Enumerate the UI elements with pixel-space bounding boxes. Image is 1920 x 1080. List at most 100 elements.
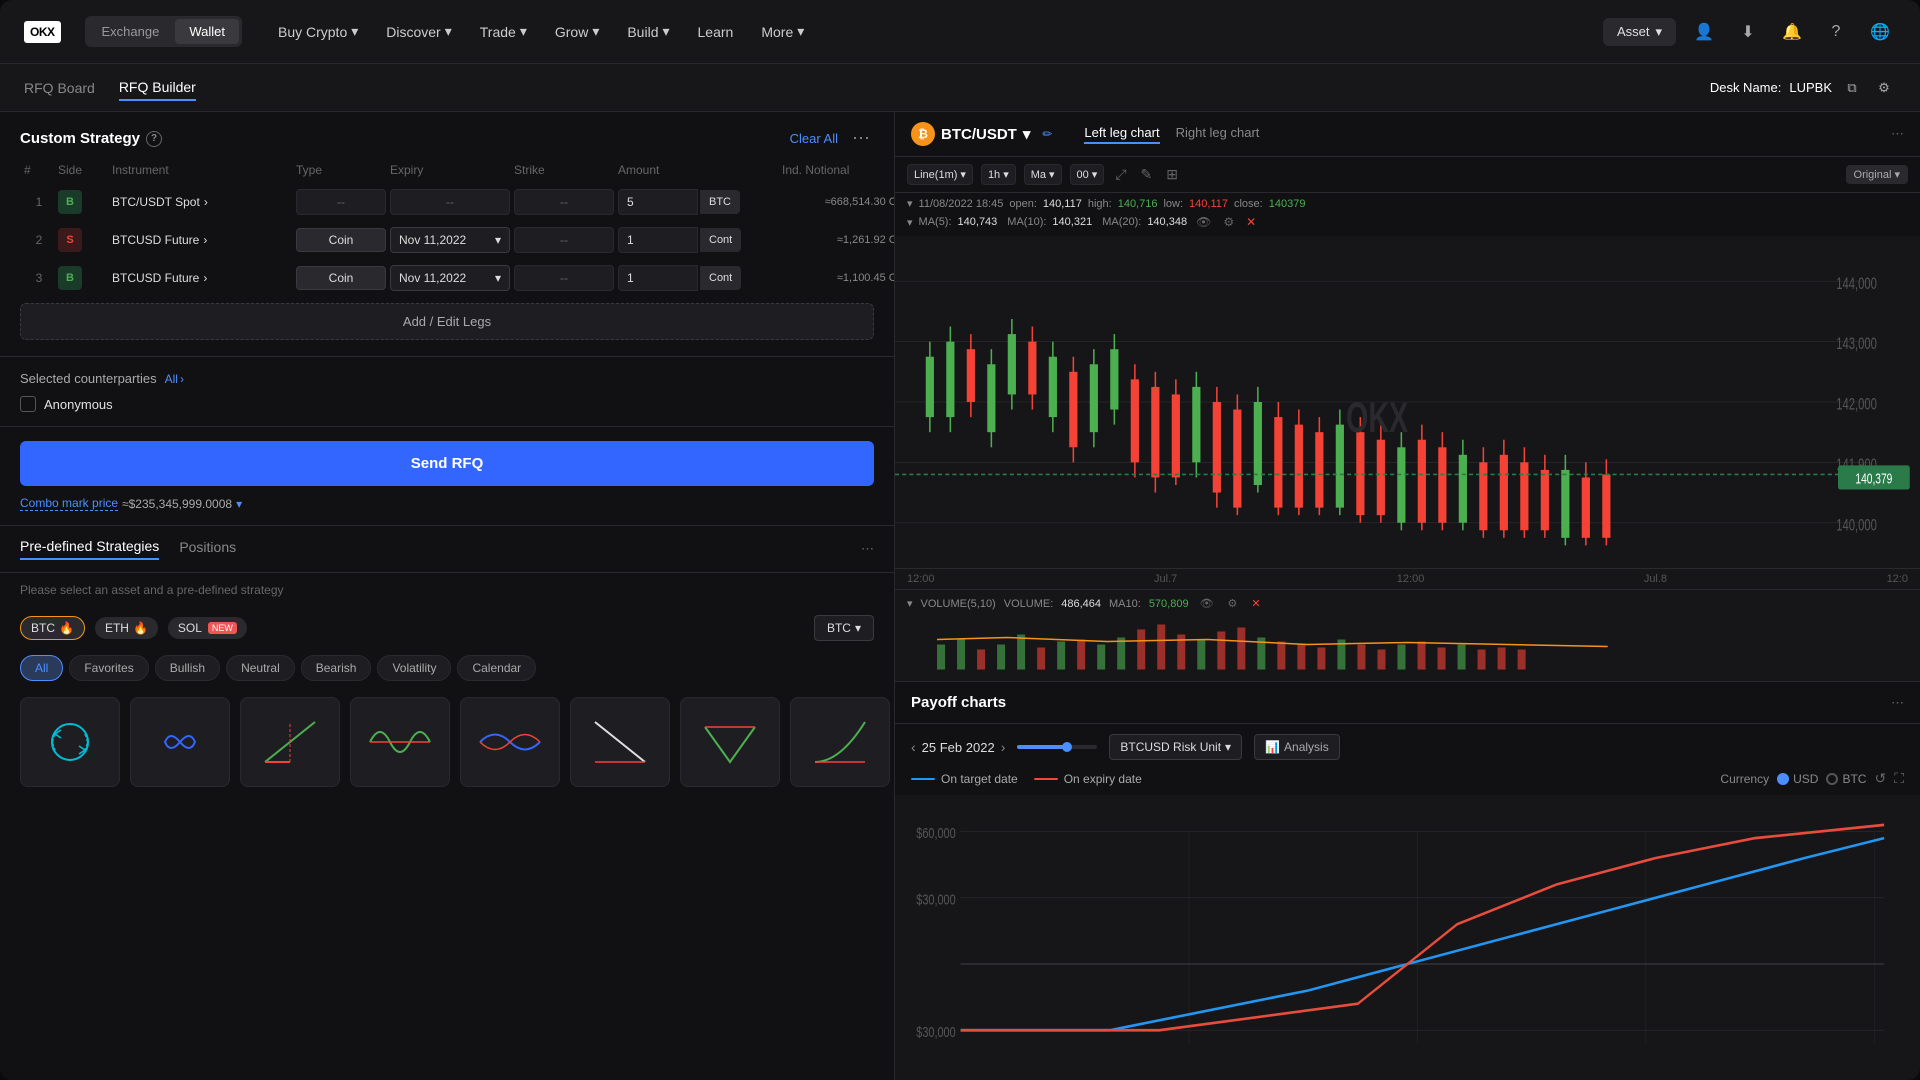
nav-discover[interactable]: Discover ▾ (374, 15, 464, 48)
currency-btc-radio[interactable]: BTC (1826, 772, 1866, 786)
expiry-select[interactable]: Nov 11,2022 ▾ (390, 265, 510, 291)
clear-all-button[interactable]: Clear All (790, 131, 838, 146)
settings-small-icon[interactable]: ⚙ (1220, 212, 1237, 232)
strike-input[interactable]: -- (514, 265, 614, 291)
user-icon[interactable]: 👤 (1688, 16, 1720, 48)
draw-icon[interactable]: ✎ (1138, 163, 1156, 186)
currency-usd-radio[interactable]: USD (1777, 772, 1818, 786)
screenshot-icon[interactable]: ⊞ (1163, 163, 1181, 186)
date-slider[interactable] (1017, 745, 1097, 749)
tab-predefined-strategies[interactable]: Pre-defined Strategies (20, 538, 159, 560)
strategy-card-2[interactable] (130, 697, 230, 787)
close-volume-icon[interactable]: ✕ (1248, 594, 1263, 613)
volume-toggle-icon[interactable]: ▾ (907, 597, 913, 610)
help-icon[interactable]: ? (1820, 16, 1852, 48)
expiry-select[interactable]: Nov 11,2022 ▾ (390, 227, 510, 253)
legend-on-target: On target date (911, 772, 1018, 786)
refresh-icon[interactable]: ↺ (1874, 770, 1886, 787)
rfq-board-link[interactable]: RFQ Board (24, 76, 95, 100)
rfq-builder-link[interactable]: RFQ Builder (119, 75, 196, 101)
tab-positions[interactable]: Positions (179, 539, 236, 559)
strategy-card-1[interactable] (20, 697, 120, 787)
globe-icon[interactable]: 🌐 (1864, 16, 1896, 48)
anonymous-checkbox[interactable] (20, 396, 36, 412)
amount-input[interactable]: 5 (618, 189, 698, 215)
asset-button[interactable]: Asset ▾ (1603, 18, 1676, 46)
type-coin-badge[interactable]: Coin (296, 266, 386, 290)
help-circle-icon[interactable]: ? (146, 131, 162, 147)
nav-grow[interactable]: Grow ▾ (543, 15, 611, 48)
tab-right-leg-chart[interactable]: Right leg chart (1176, 125, 1260, 144)
filter-bullish[interactable]: Bullish (155, 655, 220, 681)
date-prev-button[interactable]: ‹ (911, 739, 916, 755)
type-input[interactable]: -- (296, 189, 386, 215)
eye-volume-icon[interactable]: 👁 (1197, 594, 1217, 613)
wallet-tab[interactable]: Wallet (175, 19, 239, 44)
strategy-card-8[interactable] (790, 697, 890, 787)
table-row: 3 B BTCUSD Future › Coin Nov 11,2022 ▾ -… (20, 261, 874, 295)
strategy-card-4[interactable] (350, 697, 450, 787)
slider-handle[interactable] (1062, 742, 1072, 752)
add-edit-legs-button[interactable]: Add / Edit Legs (20, 303, 874, 340)
filter-volatility[interactable]: Volatility (377, 655, 451, 681)
eye-icon[interactable]: 👁 (1193, 212, 1214, 232)
strategy-card-7[interactable] (680, 697, 780, 787)
nav-build[interactable]: Build ▾ (615, 15, 681, 48)
candlestick-chart[interactable]: OKX 144,000 143,000 142,000 141,900 140,… (895, 236, 1920, 568)
strategy-card-5[interactable] (460, 697, 560, 787)
type-coin-badge[interactable]: Coin (296, 228, 386, 252)
risk-unit-select[interactable]: BTCUSD Risk Unit ▾ (1109, 734, 1242, 760)
original-button[interactable]: Original ▾ (1846, 165, 1908, 184)
download-icon[interactable]: ⬇ (1732, 16, 1764, 48)
asset-chip-eth[interactable]: ETH 🔥 (95, 617, 158, 639)
nav-learn[interactable]: Learn (686, 15, 746, 48)
settings-icon[interactable]: ⚙ (1872, 76, 1896, 100)
strike-input[interactable]: -- (514, 227, 614, 253)
expand-icon[interactable]: ⛶ (1894, 770, 1904, 787)
chevron-down-icon: ▾ (351, 23, 358, 40)
amount-input[interactable]: 1 (618, 227, 698, 253)
bell-icon[interactable]: 🔔 (1776, 16, 1808, 48)
period-select[interactable]: 1h ▾ (981, 164, 1016, 185)
indicator-select[interactable]: Ma ▾ (1024, 164, 1062, 185)
amount-input[interactable]: 1 (618, 265, 698, 291)
more-options-icon[interactable]: ⋯ (848, 128, 874, 149)
nav-trade[interactable]: Trade ▾ (468, 15, 539, 48)
close-ma-icon[interactable]: ✕ (1243, 212, 1259, 232)
candle-count-select[interactable]: 00 ▾ (1070, 164, 1105, 185)
strategy-card-3[interactable] (240, 697, 340, 787)
filter-favorites[interactable]: Favorites (69, 655, 148, 681)
strike-input[interactable]: -- (514, 189, 614, 215)
chevron-down-icon[interactable]: ▾ (1023, 125, 1031, 143)
strategy-card-6[interactable] (570, 697, 670, 787)
date-next-button[interactable]: › (1001, 739, 1006, 755)
send-rfq-button[interactable]: Send RFQ (20, 441, 874, 486)
nav-more[interactable]: More ▾ (749, 15, 816, 48)
predefined-more-icon[interactable]: ⋯ (861, 541, 874, 557)
tab-left-leg-chart[interactable]: Left leg chart (1084, 125, 1159, 144)
currency-badge[interactable]: BTC (700, 190, 740, 214)
edit-icon[interactable]: ✏ (1042, 127, 1052, 141)
zoom-in-icon[interactable]: ⤢ (1112, 163, 1129, 186)
asset-chip-sol[interactable]: SOL NEW (168, 617, 247, 639)
filter-calendar[interactable]: Calendar (457, 655, 536, 681)
filter-bearish[interactable]: Bearish (301, 655, 372, 681)
chart-tabs: Left leg chart Right leg chart (1084, 125, 1259, 144)
filter-neutral[interactable]: Neutral (226, 655, 295, 681)
btc-dropdown[interactable]: BTC ▾ (814, 615, 874, 641)
payoff-more-icon[interactable]: ⋯ (1891, 695, 1904, 711)
nav-buy-crypto[interactable]: Buy Crypto ▾ (266, 15, 370, 48)
analysis-button[interactable]: 📊 Analysis (1254, 734, 1340, 760)
timeframe-select[interactable]: Line(1m) ▾ (907, 164, 973, 185)
settings-volume-icon[interactable]: ⚙ (1225, 594, 1241, 613)
chart-more-icon[interactable]: ⋯ (1891, 126, 1904, 142)
exchange-tab[interactable]: Exchange (88, 19, 174, 44)
expiry-input[interactable]: -- (390, 189, 510, 215)
counterparties-all-link[interactable]: All › (165, 372, 184, 386)
candle-toggle-icon[interactable]: ▾ (907, 197, 913, 210)
filter-all[interactable]: All (20, 655, 63, 681)
ma-toggle-icon[interactable]: ▾ (907, 216, 913, 229)
chevron-right-icon: › (203, 233, 207, 247)
asset-chip-btc[interactable]: BTC 🔥 (20, 616, 85, 640)
copy-icon[interactable]: ⧉ (1840, 76, 1864, 100)
